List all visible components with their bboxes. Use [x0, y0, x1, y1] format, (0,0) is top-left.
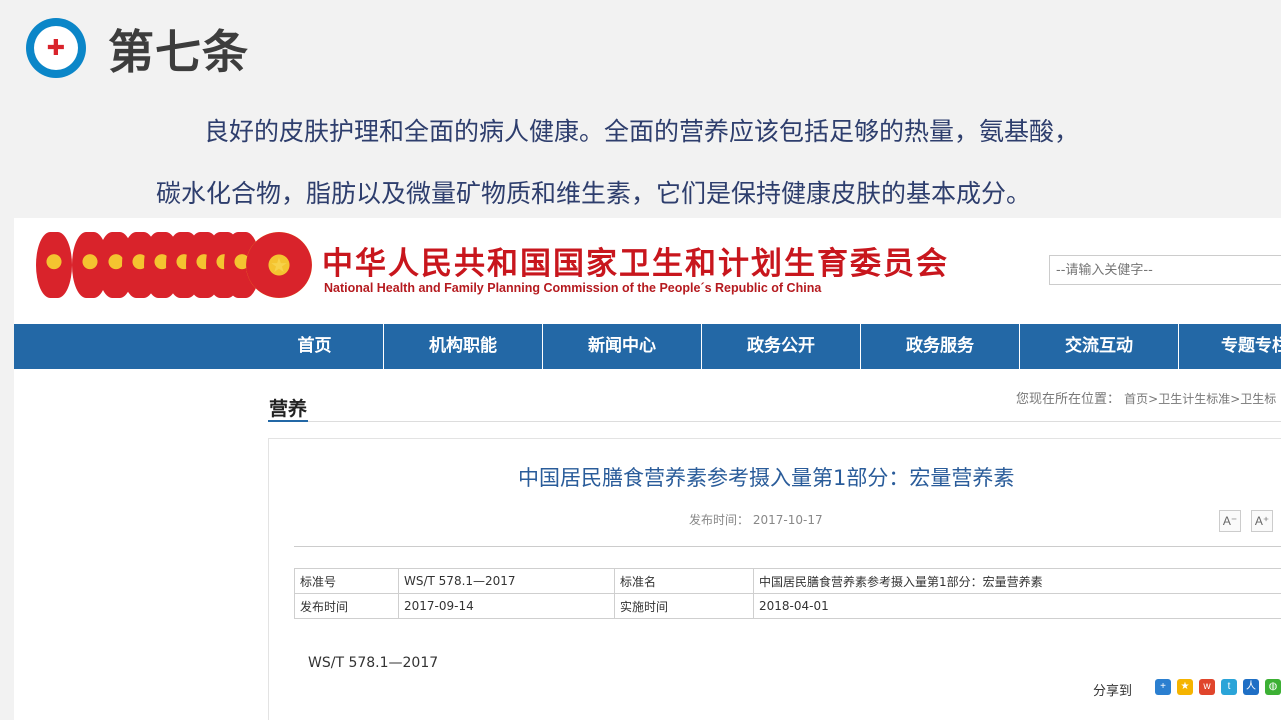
nav-interaction[interactable]: 交流互动 [1020, 324, 1179, 369]
ghost-strip [182, 368, 206, 720]
main-navigation: 首页 机构职能 新闻中心 政务公开 政务服务 交流互动 专题专栏 [14, 324, 1281, 369]
ghost-duplicates [14, 218, 264, 720]
table-cell: 中国居民膳食营养素参考摄入量第1部分：宏量营养素 [753, 568, 1281, 594]
nav-home[interactable]: 首页 [246, 324, 384, 369]
nav-gov-services[interactable]: 政务服务 [861, 324, 1020, 369]
ghost-emblem [36, 232, 72, 298]
nav-functions[interactable]: 机构职能 [384, 324, 543, 369]
tencent-weibo-icon[interactable]: t [1221, 679, 1237, 695]
font-smaller-button[interactable]: A⁻ [1219, 510, 1241, 532]
search-input[interactable] [1049, 255, 1281, 285]
ghost-strip [98, 368, 122, 720]
article-title: 中国居民膳食营养素参考摄入量第1部分：宏量营养素 [518, 466, 1015, 490]
weibo-icon[interactable]: w [1199, 679, 1215, 695]
standard-code: WS/T 578.1—2017 [308, 655, 439, 671]
ghost-strip [76, 368, 100, 720]
table-cell: 2017-09-14 [398, 593, 615, 619]
publish-date: 发布时间： 2017-10-17 [689, 511, 823, 528]
divider [294, 546, 1281, 547]
breadcrumb-path[interactable]: 首页>卫生计生标准>卫生标 [1124, 392, 1276, 406]
national-emblem-icon: ★ [246, 232, 312, 298]
section-title: 营养 [269, 398, 308, 420]
body-text-line-1: 良好的皮肤护理和全面的病人健康。全面的营养应该包括足够的热量，氨基酸， [204, 117, 1080, 146]
ghost-strip [140, 368, 164, 720]
slide-title: 第七条 [108, 25, 249, 79]
ghost-strip [40, 368, 64, 720]
font-larger-button[interactable]: A⁺ [1251, 510, 1273, 532]
standard-info-table: 标准号 WS/T 578.1—2017 标准名 中国居民膳食营养素参考摄入量第1… [294, 568, 1281, 619]
table-row: 标准号 WS/T 578.1—2017 标准名 中国居民膳食营养素参考摄入量第1… [294, 568, 1281, 594]
renren-icon[interactable]: 人 [1243, 679, 1259, 695]
website-screenshot: ★ 中华人民共和国国家卫生和计划生育委员会 National Health an… [14, 218, 1281, 720]
divider [268, 421, 1281, 422]
nav-news[interactable]: 新闻中心 [543, 324, 702, 369]
site-title: 中华人民共和国国家卫生和计划生育委员会 [322, 246, 949, 282]
plus-icon[interactable]: + [1155, 679, 1171, 695]
table-cell: 2018-04-01 [753, 593, 1281, 619]
star-icon: ★ [270, 253, 288, 277]
red-cross-icon: ✚ [46, 35, 66, 61]
logo-emblem: ✚ [34, 26, 78, 70]
ghost-strip [224, 368, 248, 720]
breadcrumb: 您现在所在位置： 首页>卫生计生标准>卫生标 [1016, 388, 1276, 407]
table-cell: 标准号 [294, 568, 399, 594]
wechat-icon[interactable]: ◍ [1265, 679, 1281, 695]
nav-gov-affairs[interactable]: 政务公开 [702, 324, 861, 369]
breadcrumb-label: 您现在所在位置： [1016, 392, 1121, 407]
publish-date-value: 2017-10-17 [752, 513, 823, 527]
table-cell: 实施时间 [614, 593, 754, 619]
site-title-english: National Health and Family Planning Comm… [324, 281, 822, 295]
section-underline [268, 420, 308, 422]
table-row: 发布时间 2017-09-14 实施时间 2018-04-01 [294, 593, 1281, 619]
nav-topics[interactable]: 专题专栏 [1179, 324, 1281, 369]
publish-label: 发布时间： [689, 513, 750, 527]
table-cell: 标准名 [614, 568, 754, 594]
qzone-icon[interactable]: ★ [1177, 679, 1193, 695]
organization-logo: ✚ [26, 18, 86, 78]
table-cell: 发布时间 [294, 593, 399, 619]
table-cell: WS/T 578.1—2017 [398, 568, 615, 594]
body-text-line-2: 碳水化合物，脂肪以及微量矿物质和维生素，它们是保持健康皮肤的基本成分。 [156, 179, 1032, 208]
share-label: 分享到 [1093, 684, 1133, 699]
